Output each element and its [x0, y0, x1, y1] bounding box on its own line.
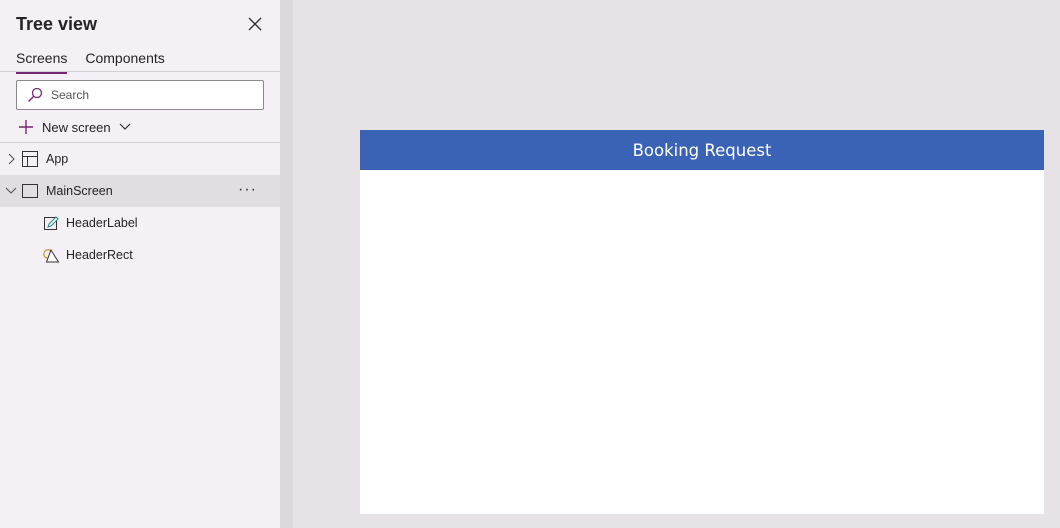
label-edit-icon [44, 215, 59, 231]
shape-icon [43, 248, 60, 263]
panel-title: Tree view [16, 14, 98, 34]
chevron-down-icon[interactable] [3, 187, 19, 195]
app-canvas-mainscreen[interactable]: Booking Request [360, 130, 1044, 514]
tree-item-headerlabel[interactable]: HeaderLabel [0, 207, 280, 239]
tab-bar: Screens Components [16, 50, 183, 74]
new-screen-button[interactable]: New screen [18, 116, 131, 138]
search-icon [28, 87, 43, 102]
divider [0, 71, 280, 72]
tree-item-label: HeaderLabel [66, 216, 138, 230]
more-options-button[interactable]: ··· [238, 181, 257, 199]
chevron-down-icon [119, 123, 131, 130]
plus-icon [19, 120, 33, 134]
header-rect[interactable]: Booking Request [360, 130, 1044, 170]
tree-item-label: MainScreen [46, 184, 113, 198]
tab-screens[interactable]: Screens [16, 50, 68, 74]
close-button[interactable] [244, 13, 266, 35]
screen-icon [22, 184, 38, 198]
chevron-right-icon[interactable] [3, 153, 19, 165]
header-label[interactable]: Booking Request [633, 141, 772, 160]
tree-item-headerrect[interactable]: HeaderRect [0, 239, 280, 271]
tree-item-app[interactable]: App [0, 143, 280, 175]
tree-item-label: HeaderRect [66, 248, 133, 262]
tree-view-panel: Tree view Screens Components Search New … [0, 0, 280, 528]
app-icon [22, 151, 38, 167]
tree-item-mainscreen[interactable]: MainScreen ··· [0, 175, 280, 207]
close-icon [248, 17, 262, 31]
tab-components[interactable]: Components [85, 50, 164, 72]
new-screen-label: New screen [42, 119, 111, 135]
panel-splitter[interactable] [280, 0, 293, 528]
tree-item-label: App [46, 152, 69, 166]
search-placeholder: Search [51, 88, 90, 102]
search-input[interactable]: Search [16, 80, 264, 110]
